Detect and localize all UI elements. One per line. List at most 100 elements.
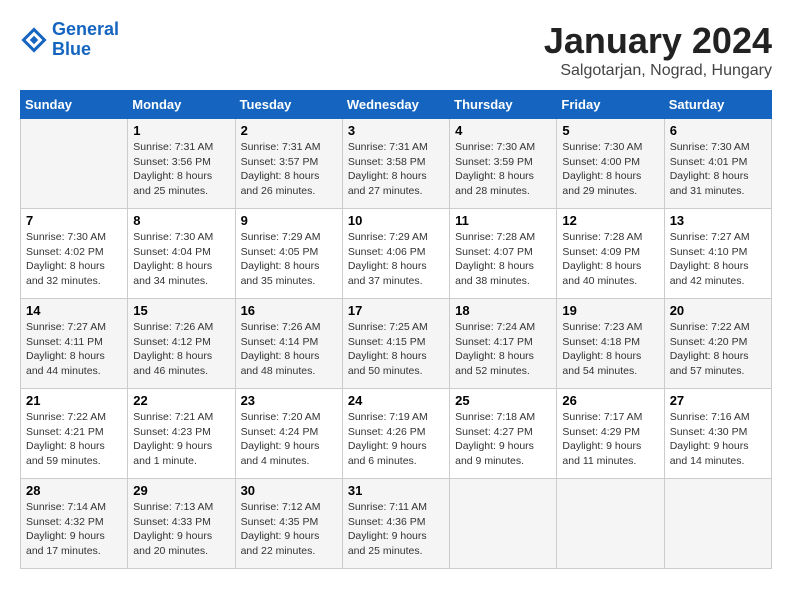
day-info: Sunrise: 7:14 AMSunset: 4:32 PMDaylight:…	[26, 500, 122, 559]
day-number: 5	[562, 123, 658, 138]
day-info: Sunrise: 7:28 AMSunset: 4:07 PMDaylight:…	[455, 230, 551, 289]
calendar-cell: 27 Sunrise: 7:16 AMSunset: 4:30 PMDayligh…	[664, 389, 771, 479]
day-info: Sunrise: 7:22 AMSunset: 4:21 PMDaylight:…	[26, 410, 122, 469]
day-number: 22	[133, 393, 229, 408]
logo: General Blue	[20, 20, 119, 60]
day-info: Sunrise: 7:22 AMSunset: 4:20 PMDaylight:…	[670, 320, 766, 379]
day-info: Sunrise: 7:30 AMSunset: 4:02 PMDaylight:…	[26, 230, 122, 289]
day-number: 11	[455, 213, 551, 228]
day-number: 27	[670, 393, 766, 408]
calendar-table: SundayMondayTuesdayWednesdayThursdayFrid…	[20, 90, 772, 569]
calendar-cell: 11 Sunrise: 7:28 AMSunset: 4:07 PMDayligh…	[450, 209, 557, 299]
day-info: Sunrise: 7:26 AMSunset: 4:12 PMDaylight:…	[133, 320, 229, 379]
day-number: 6	[670, 123, 766, 138]
calendar-cell: 21 Sunrise: 7:22 AMSunset: 4:21 PMDayligh…	[21, 389, 128, 479]
logo-text: General Blue	[52, 20, 119, 60]
day-number: 23	[241, 393, 337, 408]
calendar-cell: 9 Sunrise: 7:29 AMSunset: 4:05 PMDaylight…	[235, 209, 342, 299]
calendar-cell	[664, 479, 771, 569]
day-info: Sunrise: 7:28 AMSunset: 4:09 PMDaylight:…	[562, 230, 658, 289]
calendar-cell: 6 Sunrise: 7:30 AMSunset: 4:01 PMDaylight…	[664, 119, 771, 209]
day-number: 3	[348, 123, 444, 138]
day-of-week-header: Wednesday	[342, 91, 449, 119]
calendar-header-row: SundayMondayTuesdayWednesdayThursdayFrid…	[21, 91, 772, 119]
calendar-cell: 31 Sunrise: 7:11 AMSunset: 4:36 PMDayligh…	[342, 479, 449, 569]
day-number: 7	[26, 213, 122, 228]
day-info: Sunrise: 7:24 AMSunset: 4:17 PMDaylight:…	[455, 320, 551, 379]
day-info: Sunrise: 7:25 AMSunset: 4:15 PMDaylight:…	[348, 320, 444, 379]
day-number: 9	[241, 213, 337, 228]
day-number: 13	[670, 213, 766, 228]
day-info: Sunrise: 7:27 AMSunset: 4:10 PMDaylight:…	[670, 230, 766, 289]
day-of-week-header: Saturday	[664, 91, 771, 119]
calendar-cell: 26Sunrise: 7:17 AMSunset: 4:29 PMDayligh…	[557, 389, 664, 479]
day-info: Sunrise: 7:31 AMSunset: 3:56 PMDaylight:…	[133, 140, 229, 199]
calendar-cell	[557, 479, 664, 569]
calendar-cell: 17 Sunrise: 7:25 AMSunset: 4:15 PMDayligh…	[342, 299, 449, 389]
calendar-week-row: 1Sunrise: 7:31 AMSunset: 3:56 PMDaylight…	[21, 119, 772, 209]
page-header: General Blue January 2024 Salgotarjan, N…	[20, 20, 772, 80]
day-of-week-header: Monday	[128, 91, 235, 119]
day-info: Sunrise: 7:21 AMSunset: 4:23 PMDaylight:…	[133, 410, 229, 469]
calendar-cell: 29Sunrise: 7:13 AMSunset: 4:33 PMDayligh…	[128, 479, 235, 569]
day-number: 12	[562, 213, 658, 228]
day-number: 15	[133, 303, 229, 318]
day-number: 19	[562, 303, 658, 318]
day-info: Sunrise: 7:30 AMSunset: 4:04 PMDaylight:…	[133, 230, 229, 289]
calendar-cell: 28 Sunrise: 7:14 AMSunset: 4:32 PMDayligh…	[21, 479, 128, 569]
calendar-cell: 14 Sunrise: 7:27 AMSunset: 4:11 PMDayligh…	[21, 299, 128, 389]
calendar-week-row: 21 Sunrise: 7:22 AMSunset: 4:21 PMDayligh…	[21, 389, 772, 479]
calendar-cell: 30 Sunrise: 7:12 AMSunset: 4:35 PMDayligh…	[235, 479, 342, 569]
calendar-cell: 3Sunrise: 7:31 AMSunset: 3:58 PMDaylight…	[342, 119, 449, 209]
title-block: January 2024 Salgotarjan, Nograd, Hungar…	[544, 20, 772, 80]
day-number: 8	[133, 213, 229, 228]
day-of-week-header: Sunday	[21, 91, 128, 119]
calendar-cell: 24 Sunrise: 7:19 AMSunset: 4:26 PMDayligh…	[342, 389, 449, 479]
day-info: Sunrise: 7:29 AMSunset: 4:05 PMDaylight:…	[241, 230, 337, 289]
day-number: 28	[26, 483, 122, 498]
day-number: 17	[348, 303, 444, 318]
day-info: Sunrise: 7:29 AMSunset: 4:06 PMDaylight:…	[348, 230, 444, 289]
day-info: Sunrise: 7:11 AMSunset: 4:36 PMDaylight:…	[348, 500, 444, 559]
day-number: 31	[348, 483, 444, 498]
day-info: Sunrise: 7:27 AMSunset: 4:11 PMDaylight:…	[26, 320, 122, 379]
day-info: Sunrise: 7:23 AMSunset: 4:18 PMDaylight:…	[562, 320, 658, 379]
day-number: 25	[455, 393, 551, 408]
calendar-cell: 22 Sunrise: 7:21 AMSunset: 4:23 PMDayligh…	[128, 389, 235, 479]
day-info: Sunrise: 7:19 AMSunset: 4:26 PMDaylight:…	[348, 410, 444, 469]
day-info: Sunrise: 7:30 AMSunset: 3:59 PMDaylight:…	[455, 140, 551, 199]
day-info: Sunrise: 7:12 AMSunset: 4:35 PMDaylight:…	[241, 500, 337, 559]
calendar-cell: 15 Sunrise: 7:26 AMSunset: 4:12 PMDayligh…	[128, 299, 235, 389]
calendar-cell: 19 Sunrise: 7:23 AMSunset: 4:18 PMDayligh…	[557, 299, 664, 389]
day-info: Sunrise: 7:20 AMSunset: 4:24 PMDaylight:…	[241, 410, 337, 469]
day-number: 20	[670, 303, 766, 318]
calendar-cell	[21, 119, 128, 209]
day-info: Sunrise: 7:30 AMSunset: 4:00 PMDaylight:…	[562, 140, 658, 199]
day-info: Sunrise: 7:30 AMSunset: 4:01 PMDaylight:…	[670, 140, 766, 199]
day-info: Sunrise: 7:16 AMSunset: 4:30 PMDaylight:…	[670, 410, 766, 469]
calendar-cell: 10Sunrise: 7:29 AMSunset: 4:06 PMDayligh…	[342, 209, 449, 299]
day-of-week-header: Thursday	[450, 91, 557, 119]
calendar-cell	[450, 479, 557, 569]
day-info: Sunrise: 7:31 AMSunset: 3:57 PMDaylight:…	[241, 140, 337, 199]
calendar-cell: 5 Sunrise: 7:30 AMSunset: 4:00 PMDaylight…	[557, 119, 664, 209]
day-number: 16	[241, 303, 337, 318]
day-of-week-header: Friday	[557, 91, 664, 119]
location-subtitle: Salgotarjan, Nograd, Hungary	[544, 62, 772, 80]
logo-icon	[20, 26, 48, 54]
day-number: 14	[26, 303, 122, 318]
calendar-cell: 25Sunrise: 7:18 AMSunset: 4:27 PMDayligh…	[450, 389, 557, 479]
day-number: 30	[241, 483, 337, 498]
day-info: Sunrise: 7:26 AMSunset: 4:14 PMDaylight:…	[241, 320, 337, 379]
calendar-cell: 23 Sunrise: 7:20 AMSunset: 4:24 PMDayligh…	[235, 389, 342, 479]
month-title: January 2024	[544, 20, 772, 62]
day-info: Sunrise: 7:17 AMSunset: 4:29 PMDaylight:…	[562, 410, 658, 469]
calendar-week-row: 28 Sunrise: 7:14 AMSunset: 4:32 PMDayligh…	[21, 479, 772, 569]
day-number: 24	[348, 393, 444, 408]
day-info: Sunrise: 7:13 AMSunset: 4:33 PMDaylight:…	[133, 500, 229, 559]
day-of-week-header: Tuesday	[235, 91, 342, 119]
calendar-cell: 13 Sunrise: 7:27 AMSunset: 4:10 PMDayligh…	[664, 209, 771, 299]
calendar-cell: 12 Sunrise: 7:28 AMSunset: 4:09 PMDayligh…	[557, 209, 664, 299]
day-number: 21	[26, 393, 122, 408]
calendar-week-row: 7 Sunrise: 7:30 AMSunset: 4:02 PMDaylight…	[21, 209, 772, 299]
